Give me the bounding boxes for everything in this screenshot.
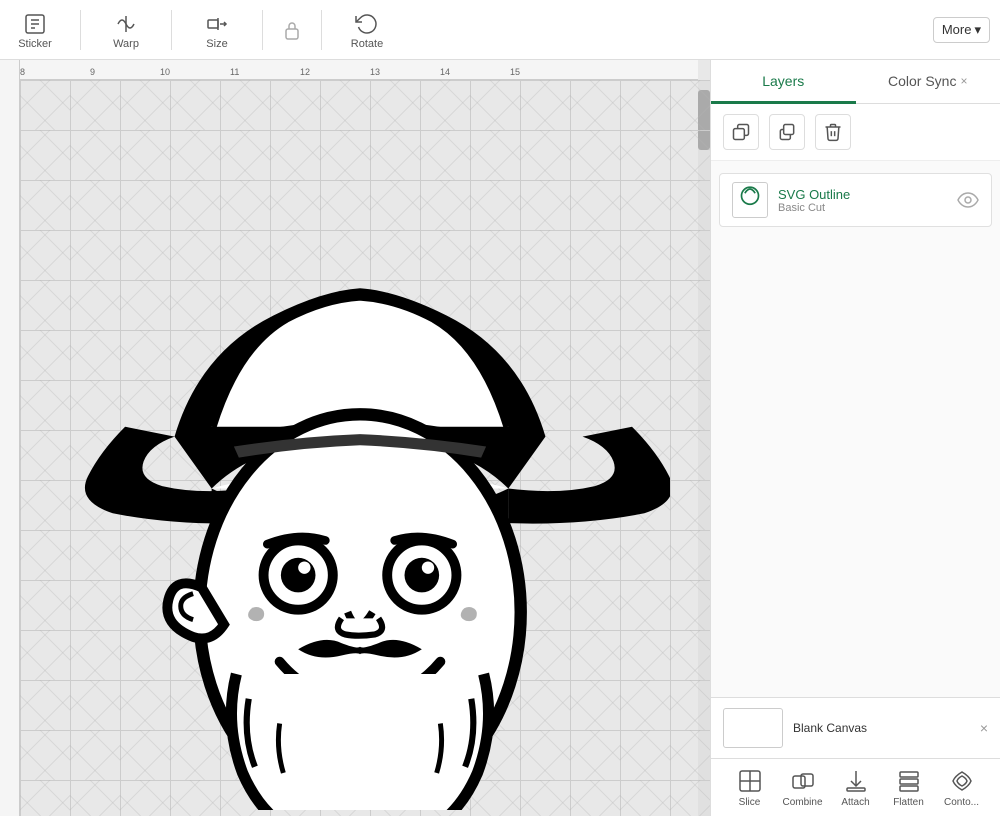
contour-tool[interactable]: Conto... xyxy=(937,767,987,808)
attach-label: Attach xyxy=(841,797,869,808)
design-canvas xyxy=(50,130,670,810)
ruler-tick: 15 xyxy=(510,67,520,77)
right-panel: Layers Color Sync × xyxy=(710,60,1000,816)
duplicate-layer-button[interactable] xyxy=(769,114,805,150)
slice-tool[interactable]: Slice xyxy=(725,767,775,808)
layer-item[interactable]: SVG Outline Basic Cut xyxy=(719,173,992,227)
flatten-label: Flatten xyxy=(893,797,924,808)
color-sync-close-icon[interactable]: × xyxy=(960,74,967,88)
size-icon xyxy=(203,10,231,38)
ruler-tick: 8 xyxy=(20,67,25,77)
size-tool[interactable]: Size xyxy=(192,10,242,50)
toolbar-divider-2 xyxy=(171,10,172,50)
combine-label: Combine xyxy=(782,797,822,808)
tab-layers[interactable]: Layers xyxy=(711,60,856,104)
combine-icon xyxy=(789,767,817,795)
lock-icon-area xyxy=(283,19,301,41)
slice-label: Slice xyxy=(739,797,761,808)
ruler-tick: 9 xyxy=(90,67,95,77)
contour-label: Conto... xyxy=(944,797,979,808)
canvas-area[interactable]: 8 9 10 11 12 13 14 15 xyxy=(0,60,710,816)
cowboy-svg xyxy=(50,130,670,810)
tab-color-sync[interactable]: Color Sync × xyxy=(856,60,1000,104)
warp-icon xyxy=(112,10,140,38)
ruler-tick: 12 xyxy=(300,67,310,77)
attach-tool[interactable]: Attach xyxy=(831,767,881,808)
more-button[interactable]: More ▾ xyxy=(933,17,990,43)
toolbar-divider-4 xyxy=(321,10,322,50)
flatten-tool[interactable]: Flatten xyxy=(884,767,934,808)
sticker-label: Sticker xyxy=(18,38,52,50)
layer-thumbnail xyxy=(732,182,768,218)
more-label: More xyxy=(942,22,972,37)
top-toolbar: Sticker Warp Size xyxy=(0,0,1000,60)
grid-canvas xyxy=(20,80,710,816)
ruler-tick: 14 xyxy=(440,67,450,77)
sticker-tool[interactable]: Sticker xyxy=(10,10,60,50)
size-label: Size xyxy=(206,38,227,50)
slice-icon xyxy=(736,767,764,795)
ruler-vertical xyxy=(0,60,20,816)
layer-visibility-icon[interactable] xyxy=(957,189,979,211)
ruler-tick: 10 xyxy=(160,67,170,77)
layers-tab-label: Layers xyxy=(762,73,804,89)
copy-to-layers-button[interactable] xyxy=(723,114,759,150)
rotate-icon xyxy=(353,10,381,38)
canvas-close-icon[interactable]: × xyxy=(980,720,988,736)
canvas-thumbnail xyxy=(723,708,783,748)
color-sync-tab-label: Color Sync xyxy=(888,73,956,89)
sticker-icon xyxy=(21,10,49,38)
layers-list: SVG Outline Basic Cut xyxy=(711,161,1000,697)
canvas-preview-section: Blank Canvas × xyxy=(711,697,1000,758)
bottom-toolbar: Slice Combine xyxy=(711,758,1000,816)
toolbar-divider-3 xyxy=(262,10,263,50)
layer-name: SVG Outline xyxy=(778,187,947,202)
flatten-icon xyxy=(895,767,923,795)
layer-type: Basic Cut xyxy=(778,202,947,214)
ruler-horizontal: 8 9 10 11 12 13 14 15 xyxy=(20,60,698,80)
panel-tabs: Layers Color Sync × xyxy=(711,60,1000,104)
rotate-tool[interactable]: Rotate xyxy=(342,10,392,50)
more-arrow: ▾ xyxy=(974,22,981,38)
warp-tool[interactable]: Warp xyxy=(101,10,151,50)
combine-tool[interactable]: Combine xyxy=(778,767,828,808)
toolbar-divider-1 xyxy=(80,10,81,50)
ruler-tick: 11 xyxy=(230,67,239,77)
ruler-tick: 13 xyxy=(370,67,380,77)
layer-info: SVG Outline Basic Cut xyxy=(778,187,947,214)
delete-layer-button[interactable] xyxy=(815,114,851,150)
main-area: 8 9 10 11 12 13 14 15 xyxy=(0,60,1000,816)
attach-icon xyxy=(842,767,870,795)
canvas-wrapper xyxy=(20,80,710,816)
rotate-label: Rotate xyxy=(351,38,383,50)
canvas-label: Blank Canvas xyxy=(793,721,970,735)
warp-label: Warp xyxy=(113,38,139,50)
panel-actions xyxy=(711,104,1000,161)
contour-icon xyxy=(948,767,976,795)
